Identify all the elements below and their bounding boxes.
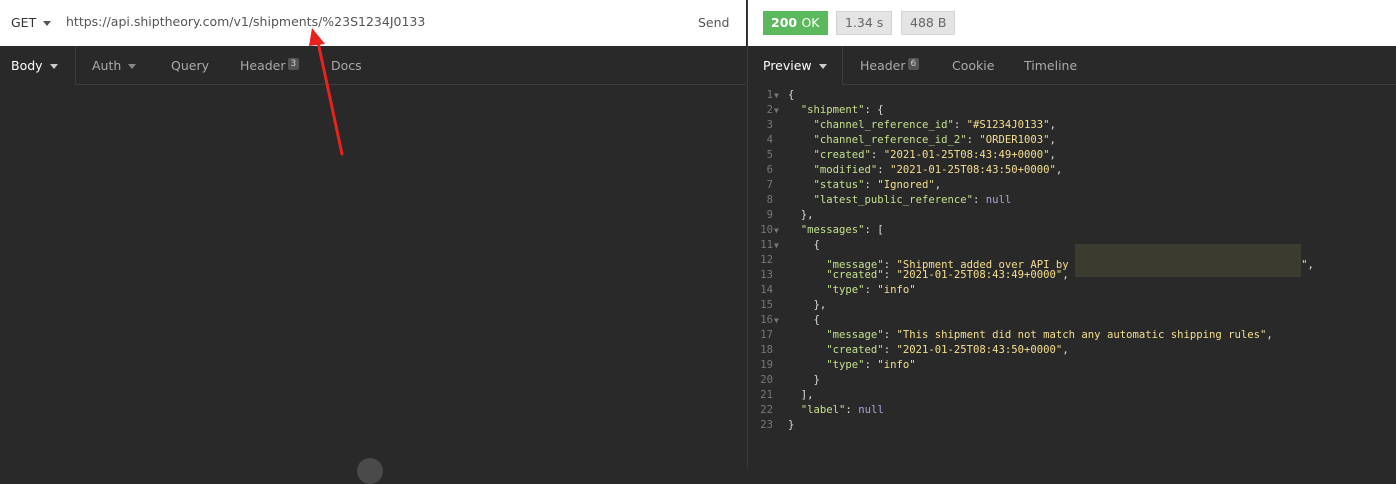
line-number: 5 — [766, 149, 773, 161]
line-number: 8 — [766, 194, 773, 206]
channel-reference-id-value: #S1234J0133 — [973, 119, 1044, 131]
line-number: 10 — [760, 224, 773, 236]
tab-auth[interactable]: Auth — [92, 58, 137, 73]
chevron-down-icon — [128, 64, 137, 69]
code-line: 22 "label": null — [748, 403, 1396, 418]
request-pane: GET https://api.shiptheory.com/v1/shipme… — [0, 0, 746, 484]
code-line: 18 "created": "2021-01-25T08:43:50+0000"… — [748, 343, 1396, 358]
tab-preview[interactable]: Preview — [763, 58, 827, 73]
code-line: 13 "created": "2021-01-25T08:43:49+0000"… — [748, 268, 1396, 283]
response-time-badge: 1.34 s — [836, 11, 893, 35]
code-line: 20 } — [748, 373, 1396, 388]
response-header-count-badge: 6 — [907, 58, 920, 70]
tab-header[interactable]: Header 3 — [240, 58, 300, 73]
tab-response-header-label: Header — [860, 58, 906, 73]
tab-docs[interactable]: Docs — [331, 58, 362, 73]
fold-icon[interactable]: ▼ — [774, 238, 779, 253]
status-text: OK — [801, 15, 820, 30]
line-number: 1 — [766, 89, 773, 101]
shipment-created-value: 2021-01-25T08:43:49+0000 — [890, 149, 1044, 161]
code-line: 10 ▼ "messages": [ — [748, 223, 1396, 238]
method-selector[interactable]: GET — [11, 15, 36, 30]
code-line: 19 "type": "info" — [748, 358, 1396, 373]
response-status-bar: 200 OK 1.34 s 488 B — [748, 0, 1396, 46]
tab-auth-label: Auth — [92, 58, 122, 73]
latest-public-reference-value: null — [985, 194, 1012, 206]
status-code: 200 — [771, 15, 798, 30]
line-number: 6 — [766, 164, 773, 176]
line-number: 21 — [760, 389, 773, 401]
line-number: 23 — [760, 419, 773, 431]
line-number: 12 — [760, 254, 773, 266]
shipment-modified-value: 2021-01-25T08:43:50+0000 — [896, 164, 1050, 176]
code-line: 7 "status": "Ignored", — [748, 178, 1396, 193]
tab-body-label: Body — [11, 58, 43, 73]
line-number: 20 — [760, 374, 773, 386]
message-2-value: This shipment did not match any automati… — [902, 329, 1261, 341]
json-preview: 1 ▼{ 2 ▼ "shipment": { 3 "channel_referenc… — [748, 88, 1396, 433]
chevron-down-icon[interactable] — [43, 21, 51, 26]
code-line: 8 "latest_public_reference": null — [748, 193, 1396, 208]
line-number: 19 — [760, 359, 773, 371]
message-2-created-value: 2021-01-25T08:43:50+0000 — [902, 344, 1056, 356]
line-number: 4 — [766, 134, 773, 146]
code-line: 21 ], — [748, 388, 1396, 403]
line-number: 14 — [760, 284, 773, 296]
url-bar: GET https://api.shiptheory.com/v1/shipme… — [0, 0, 746, 46]
fold-icon[interactable]: ▼ — [774, 223, 779, 238]
code-line: 3 "channel_reference_id": "#S1234J0133", — [748, 118, 1396, 133]
shipment-status-value: Ignored — [883, 179, 929, 191]
send-button[interactable]: Send — [698, 15, 729, 30]
fold-icon[interactable]: ▼ — [774, 88, 779, 103]
message-1-type-value: info — [883, 284, 910, 296]
line-number: 16 — [760, 314, 773, 326]
line-number: 22 — [760, 404, 773, 416]
line-number: 18 — [760, 344, 773, 356]
code-line: 2 ▼ "shipment": { — [748, 103, 1396, 118]
chevron-down-icon — [49, 64, 58, 69]
code-line: 14 "type": "info" — [748, 283, 1396, 298]
line-number: 11 — [760, 239, 773, 251]
tab-response-header[interactable]: Header 6 — [860, 58, 920, 73]
response-size-badge: 488 B — [901, 11, 956, 35]
code-line: 17 "message": "This shipment did not mat… — [748, 328, 1396, 343]
label-value: null — [858, 404, 884, 416]
status-badge: 200 OK — [763, 11, 828, 35]
code-line: 16 ▼ { — [748, 313, 1396, 328]
code-line: 15 }, — [748, 298, 1396, 313]
code-line: 5 "created": "2021-01-25T08:43:49+0000", — [748, 148, 1396, 163]
code-line: 23} — [748, 418, 1396, 433]
url-input[interactable]: https://api.shiptheory.com/v1/shipments/… — [66, 14, 425, 29]
line-number: 9 — [766, 209, 773, 221]
scroll-handle[interactable] — [357, 458, 383, 484]
line-number: 7 — [766, 179, 773, 191]
fold-icon[interactable]: ▼ — [774, 103, 779, 118]
tab-timeline[interactable]: Timeline — [1024, 58, 1077, 73]
tab-query[interactable]: Query — [171, 58, 209, 73]
line-number: 13 — [760, 269, 773, 281]
tab-cookie[interactable]: Cookie — [952, 58, 994, 73]
code-line: 6 "modified": "2021-01-25T08:43:50+0000"… — [748, 163, 1396, 178]
line-number: 17 — [760, 329, 773, 341]
line-number: 3 — [766, 119, 773, 131]
line-number: 15 — [760, 299, 773, 311]
message-1-created-value: 2021-01-25T08:43:49+0000 — [902, 269, 1056, 281]
tab-body[interactable]: Body — [11, 58, 58, 73]
code-line: 12 "message": "Shipment added over API b… — [748, 244, 1396, 277]
fold-icon[interactable]: ▼ — [774, 313, 779, 328]
code-line: 4 "channel_reference_id_2": "ORDER1003", — [748, 133, 1396, 148]
channel-reference-id-2-value: ORDER1003 — [985, 134, 1044, 146]
response-pane: 200 OK 1.34 s 488 B Preview Header 6 Cook… — [747, 0, 1396, 468]
tab-preview-label: Preview — [763, 58, 812, 73]
chevron-down-icon — [818, 64, 827, 69]
message-2-type-value: info — [883, 359, 910, 371]
header-count-badge: 3 — [287, 58, 300, 70]
line-number: 2 — [766, 104, 773, 116]
tab-header-label: Header — [240, 58, 286, 73]
code-line: 1 ▼{ — [748, 88, 1396, 103]
code-line: 9 }, — [748, 208, 1396, 223]
